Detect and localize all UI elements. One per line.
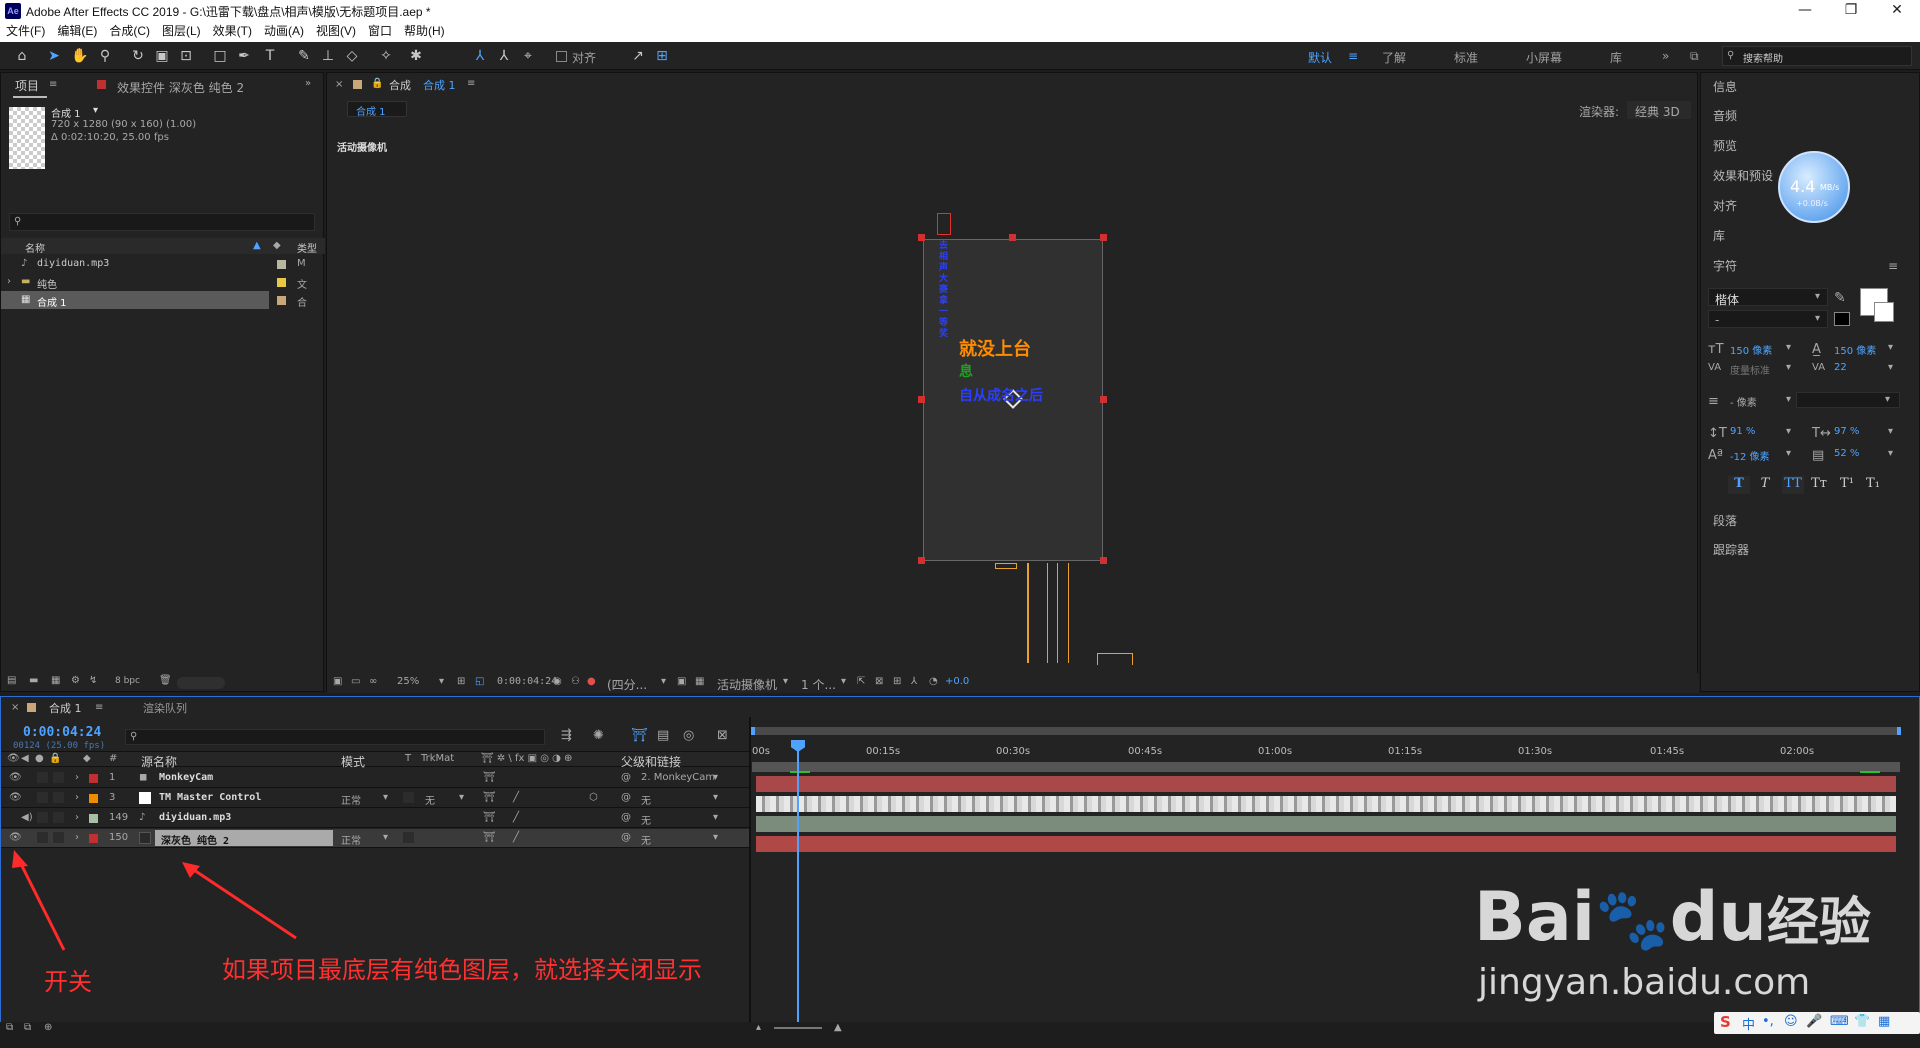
arrow-to-eye [16,857,66,951]
watermark-bai: Bai [1474,878,1596,957]
watermark-jingyan: 经验 [1766,893,1871,953]
skin-icon[interactable]: 👕 [1854,1014,1870,1029]
ime-punct-icon[interactable]: •, [1762,1014,1774,1029]
arrowhead [182,862,200,878]
microphone-icon[interactable]: 🎤 [1806,1014,1822,1029]
arrow-to-layer [187,864,297,940]
ime-language[interactable]: 中 [1742,1014,1755,1033]
ime-toolbar[interactable]: S 中 •, ☺ 🎤 ⌨ 👕 ▦ [1714,1012,1920,1034]
arrowhead [12,850,28,868]
paw-icon: 🐾 [1595,885,1670,955]
watermark-url: jingyan.baidu.com [1478,962,1811,1003]
watermark-du: du [1669,878,1767,957]
emoji-icon[interactable]: ☺ [1784,1014,1798,1029]
sogou-logo-icon: S [1720,1013,1731,1031]
annotation-note: 如果项目最底层有纯色图层，就选择关闭显示 [222,956,702,984]
watermark-brand: Bai🐾du经验 [1474,878,1871,957]
toolbox-icon[interactable]: ▦ [1878,1014,1890,1029]
annotation-switch: 开关 [44,968,92,996]
keyboard-icon[interactable]: ⌨ [1830,1014,1849,1029]
